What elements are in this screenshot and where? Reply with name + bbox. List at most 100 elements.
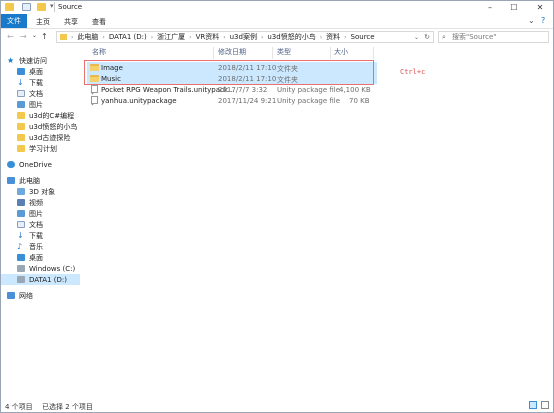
divider (54, 2, 55, 12)
details-view-icon[interactable] (529, 401, 537, 409)
nav-pc-desktop[interactable]: 桌面 (1, 252, 101, 263)
maximize-icon[interactable]: ☐ (505, 1, 523, 14)
folder-icon (17, 134, 25, 141)
breadcrumb-zhejiang[interactable]: 浙江广厦 (157, 32, 185, 42)
drive-icon (17, 265, 25, 272)
file-row[interactable]: Pocket RPG Weapon Trails.unitypack... 20… (87, 84, 377, 95)
nav-label: 网络 (19, 291, 33, 300)
nav-3d-objects[interactable]: 3D 对象 (1, 186, 101, 197)
nav-label: Windows (C:) (29, 264, 76, 273)
column-divider[interactable] (330, 47, 331, 59)
nav-label: 3D 对象 (29, 187, 56, 196)
breadcrumb-u3d-cases[interactable]: u3d案例 (230, 32, 257, 42)
nav-label: 此电脑 (19, 176, 40, 185)
nav-u3d-adventure[interactable]: u3d古迹探险 (1, 132, 101, 143)
nav-label: 文档 (29, 89, 43, 98)
nav-pc-documents[interactable]: 文档 (1, 219, 101, 230)
up-icon[interactable]: ↑ (41, 32, 48, 41)
nav-label: 下载 (29, 78, 43, 87)
new-folder-icon[interactable] (37, 3, 46, 11)
address-dropdown-icon[interactable]: ⌄ (414, 34, 419, 41)
nav-pictures[interactable]: 图片 ✦ (1, 99, 101, 110)
folder-icon (17, 112, 25, 119)
unity-package-icon (91, 85, 98, 93)
nav-label: 视频 (29, 198, 43, 207)
search-input[interactable]: ⌕ 搜索"Source" (438, 31, 549, 43)
star-icon: ★ (7, 56, 15, 65)
nav-label: 音乐 (29, 242, 43, 251)
chevron-right-icon: › (319, 33, 323, 41)
nav-u3d-angry-birds[interactable]: u3d愤怒的小鸟 (1, 121, 101, 132)
navigation-bar: ← → ⌄ ↑ › 此电脑 › DATA1 (D:) › 浙江广厦 › VR资料… (1, 29, 553, 45)
file-row[interactable]: yanhua.unitypackage 2017/11/24 9:21 Unit… (87, 95, 377, 106)
breadcrumb-materials[interactable]: 资料 (326, 32, 340, 42)
properties-icon[interactable] (22, 3, 31, 11)
nav-label: 桌面 (29, 67, 43, 76)
selected-count: 已选择 2 个项目 (42, 403, 93, 411)
navigation-pane: ★ 快速访问 桌面 ✦ ↓ 下载 ✦ 文档 ✦ 图片 ✦ u3d的C#编程 (1, 48, 95, 398)
selection-highlight-box (84, 60, 374, 85)
breadcrumb-this-pc[interactable]: 此电脑 (77, 32, 98, 42)
back-icon[interactable]: ← (7, 32, 14, 41)
column-divider[interactable] (272, 47, 273, 59)
file-date: 2017/7/7 3:32 (218, 86, 268, 94)
chevron-right-icon: › (71, 33, 74, 41)
music-icon: ♪ (17, 242, 23, 251)
nav-label: 学习计划 (29, 144, 57, 153)
column-header-name[interactable]: 名称 (92, 47, 106, 59)
nav-drive-c[interactable]: Windows (C:) (1, 263, 101, 274)
chevron-right-icon: › (150, 33, 154, 41)
column-header-date[interactable]: 修改日期 (218, 47, 246, 59)
address-folder-icon (60, 34, 67, 40)
video-icon (17, 199, 25, 206)
refresh-icon[interactable]: ↻ (424, 33, 430, 41)
tab-view[interactable]: 查看 (92, 17, 106, 27)
nav-network[interactable]: 网络 (1, 290, 91, 301)
drive-icon (17, 276, 25, 283)
nav-u3d-csharp[interactable]: u3d的C#编程 (1, 110, 101, 121)
forward-icon[interactable]: → (20, 32, 27, 41)
nav-study-plan[interactable]: 学习计划 (1, 143, 101, 154)
nav-label: 桌面 (29, 253, 43, 262)
file-size: 4,100 KB (339, 86, 371, 94)
quick-access-dropdown-icon[interactable]: ▾ (50, 2, 54, 10)
column-header-size[interactable]: 大小 (334, 47, 348, 59)
help-icon[interactable]: ? (541, 16, 545, 25)
chevron-right-icon: › (189, 33, 192, 41)
unity-package-icon (91, 96, 98, 104)
nav-pc-downloads[interactable]: ↓ 下载 (1, 230, 101, 241)
breadcrumb-vr[interactable]: VR资料 (196, 32, 220, 42)
nav-this-pc[interactable]: 此电脑 (1, 175, 91, 186)
nav-onedrive[interactable]: OneDrive (1, 159, 91, 170)
recent-dropdown-icon[interactable]: ⌄ (32, 32, 37, 39)
nav-quick-access[interactable]: ★ 快速访问 (1, 55, 91, 66)
large-icons-view-icon[interactable] (541, 401, 549, 409)
breadcrumb-data1[interactable]: DATA1 (D:) (109, 33, 147, 41)
chevron-right-icon: › (344, 33, 347, 41)
nav-pc-pictures[interactable]: 图片 (1, 208, 101, 219)
nav-videos[interactable]: 视频 (1, 197, 101, 208)
tab-share[interactable]: 共享 (64, 17, 78, 27)
nav-documents[interactable]: 文档 ✦ (1, 88, 101, 99)
tab-file[interactable]: 文件 (1, 14, 27, 28)
file-name: yanhua.unitypackage (101, 97, 177, 105)
ribbon-tabs: 文件 主页 共享 查看 ⌄ ? (1, 14, 553, 29)
column-divider[interactable] (373, 47, 374, 59)
close-icon[interactable]: ✕ (531, 1, 549, 14)
ribbon-expand-icon[interactable]: ⌄ (528, 16, 535, 25)
breadcrumb-angry-birds[interactable]: u3d愤怒的小鸟 (267, 32, 315, 42)
nav-music[interactable]: ♪ 音乐 (1, 241, 101, 252)
folder-icon (5, 3, 14, 11)
column-header-type[interactable]: 类型 (277, 47, 291, 59)
nav-drive-d[interactable]: DATA1 (D:) (1, 274, 80, 285)
address-bar[interactable]: › 此电脑 › DATA1 (D:) › 浙江广厦 › VR资料 › u3d案例… (56, 31, 434, 43)
minimize-icon[interactable]: – (481, 1, 499, 14)
desktop-icon (17, 254, 25, 261)
tab-home[interactable]: 主页 (36, 17, 50, 27)
nav-label: 图片 (29, 100, 43, 109)
nav-label: u3d古迹探险 (29, 133, 71, 142)
status-bar: 4 个项目 已选择 2 个项目 (1, 400, 553, 412)
column-divider[interactable] (213, 47, 214, 59)
document-icon (17, 221, 25, 228)
breadcrumb-source[interactable]: Source (351, 33, 375, 41)
